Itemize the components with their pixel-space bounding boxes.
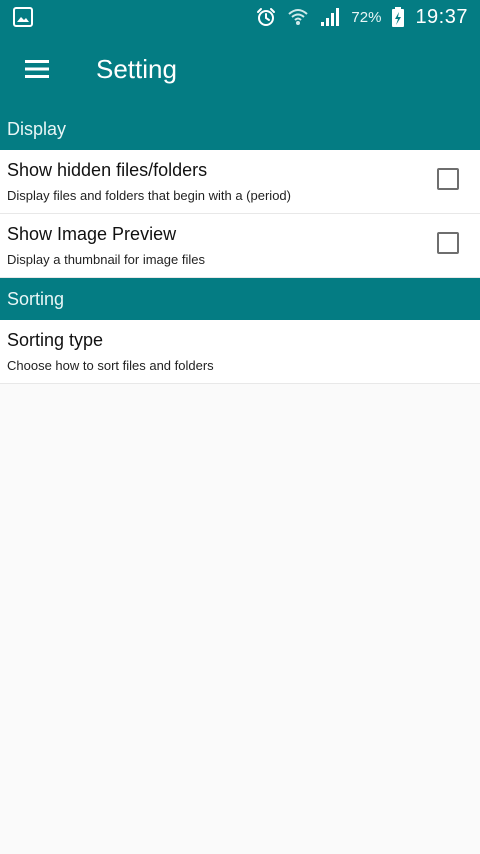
show-image-preview-checkbox[interactable] xyxy=(437,232,459,254)
show-hidden-files-checkbox[interactable] xyxy=(437,168,459,190)
section-header-display: Display xyxy=(0,108,480,150)
pref-summary: Choose how to sort files and folders xyxy=(7,358,214,373)
status-clock: 19:37 xyxy=(415,5,468,28)
status-icons: 72% 19:37 xyxy=(255,0,468,34)
pref-title: Sorting type xyxy=(7,330,104,350)
section-header-sorting: Sorting xyxy=(0,278,480,320)
cell-signal-icon xyxy=(319,6,341,28)
battery-charging-icon xyxy=(391,6,405,28)
gallery-icon xyxy=(12,6,34,28)
hamburger-menu-icon xyxy=(24,59,50,84)
pref-title: Show hidden files/folders xyxy=(7,160,208,180)
wifi-icon xyxy=(287,6,309,28)
pref-title: Show Image Preview xyxy=(7,224,177,244)
menu-button[interactable] xyxy=(14,48,60,94)
pref-sorting-type[interactable]: Sorting type Choose how to sort files an… xyxy=(0,320,480,384)
pref-show-hidden-files[interactable]: Show hidden files/folders Display files … xyxy=(0,150,480,214)
alarm-clock-icon xyxy=(255,6,277,28)
pref-show-image-preview[interactable]: Show Image Preview Display a thumbnail f… xyxy=(0,214,480,278)
battery-percent: 72% xyxy=(351,8,382,26)
status-bar: 72% 19:37 xyxy=(0,0,480,34)
app-toolbar: Setting xyxy=(0,34,480,108)
pref-summary: Display files and folders that begin wit… xyxy=(7,188,291,203)
page-title: Setting xyxy=(96,54,177,84)
pref-summary: Display a thumbnail for image files xyxy=(7,252,205,267)
